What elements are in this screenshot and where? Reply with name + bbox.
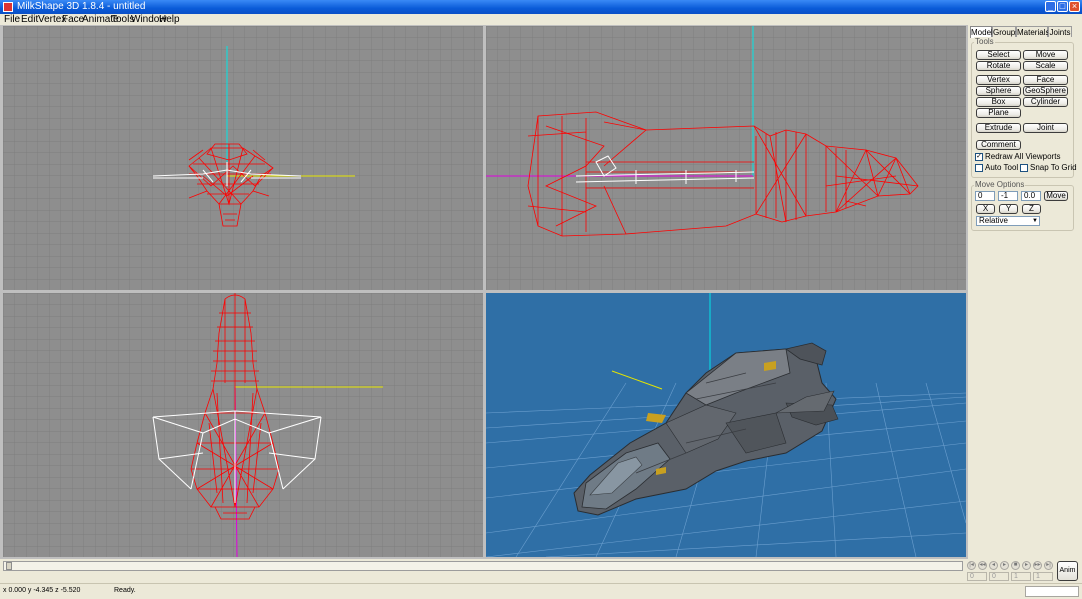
first-frame-icon[interactable]: |◂ xyxy=(967,561,976,570)
tools-group-label: Tools xyxy=(974,37,995,46)
maximize-icon[interactable]: □ xyxy=(1057,1,1068,12)
redraw-all-viewports-label: Redraw All Viewports xyxy=(985,152,1061,161)
chevron-down-icon: ▼ xyxy=(1032,218,1038,224)
face-button[interactable]: Face xyxy=(1023,75,1068,85)
next-keyframe-icon[interactable]: ▸▸ xyxy=(1033,561,1042,570)
last-frame-icon[interactable]: ▸| xyxy=(1044,561,1053,570)
auto-tool-checkbox[interactable] xyxy=(975,164,983,172)
axis-z-button[interactable]: Z xyxy=(1022,204,1041,214)
anim-start-field[interactable]: 0 xyxy=(967,572,987,581)
menu-file[interactable]: File xyxy=(4,14,20,25)
snap-to-grid-label: Snap To Grid xyxy=(1030,163,1077,172)
milkshape-logo-icon xyxy=(3,2,13,12)
move-mode-select[interactable]: Relative ▼ xyxy=(976,216,1040,226)
move-z-input[interactable]: 0.0 xyxy=(1021,191,1041,201)
window-title: MilkShape 3D 1.8.4 - untitled xyxy=(17,1,146,12)
status-field xyxy=(1025,586,1079,597)
select-button[interactable]: Select xyxy=(976,50,1021,60)
move-x-input[interactable]: 0 xyxy=(975,191,995,201)
status-message: Ready. xyxy=(114,587,136,594)
tab-joints[interactable]: Joints xyxy=(1048,26,1072,37)
tab-groups[interactable]: Groups xyxy=(992,26,1019,37)
menu-edit[interactable]: Edit xyxy=(21,14,38,25)
move-y-input[interactable]: -1 xyxy=(998,191,1018,201)
tool-panel: Model Groups Materials Joints Tools Sele… xyxy=(968,25,1082,559)
prev-keyframe-icon[interactable]: ◂◂ xyxy=(978,561,987,570)
cursor-coordinates: x 0.000 y -4.345 z -5.520 xyxy=(3,587,81,594)
anim-end-field[interactable]: 1 xyxy=(1011,572,1031,581)
prev-frame-icon[interactable]: ◂ xyxy=(989,561,998,570)
move-button[interactable]: Move xyxy=(1023,50,1068,60)
play-icon[interactable]: ▸ xyxy=(1000,561,1009,570)
move-apply-button[interactable]: Move xyxy=(1044,191,1068,201)
menu-bar: File Edit Vertex Face Animate Tools Wind… xyxy=(0,14,1082,25)
vertex-button[interactable]: Vertex xyxy=(976,75,1021,85)
comment-button[interactable]: Comment xyxy=(976,140,1021,150)
auto-tool-label: Auto Tool xyxy=(985,163,1019,172)
axis-y-button[interactable]: Y xyxy=(999,204,1018,214)
timeline-slider[interactable] xyxy=(3,561,963,571)
joint-button[interactable]: Joint xyxy=(1023,123,1068,133)
box-button[interactable]: Box xyxy=(976,97,1021,107)
axis-x-button[interactable]: X xyxy=(976,204,995,214)
anim-total-field[interactable]: 1 xyxy=(1033,572,1053,581)
tab-materials[interactable]: Materials xyxy=(1016,26,1049,37)
next-frame-icon[interactable]: ▸ xyxy=(1022,561,1031,570)
title-bar: MilkShape 3D 1.8.4 - untitled _ □ × xyxy=(0,0,1082,14)
redraw-all-viewports-checkbox[interactable]: ✓ xyxy=(975,153,983,161)
viewport-top[interactable] xyxy=(3,293,483,557)
move-options-label: Move Options xyxy=(974,180,1026,189)
viewport-front[interactable] xyxy=(3,26,483,290)
timeline-thumb[interactable] xyxy=(6,562,12,570)
plane-button[interactable]: Plane xyxy=(976,108,1021,118)
close-icon[interactable]: × xyxy=(1069,1,1080,12)
viewport-3d[interactable] xyxy=(486,293,966,557)
stop-icon[interactable]: ■ xyxy=(1011,561,1020,570)
scale-button[interactable]: Scale xyxy=(1023,61,1068,71)
sphere-button[interactable]: Sphere xyxy=(976,86,1021,96)
cylinder-button[interactable]: Cylinder xyxy=(1023,97,1068,107)
geosphere-button[interactable]: GeoSphere xyxy=(1023,86,1068,96)
snap-to-grid-checkbox[interactable] xyxy=(1020,164,1028,172)
viewport-area xyxy=(0,25,968,559)
viewport-side[interactable] xyxy=(486,26,966,290)
status-bar: x 0.000 y -4.345 z -5.520 Ready. xyxy=(0,583,1082,599)
extrude-button[interactable]: Extrude xyxy=(976,123,1021,133)
menu-help[interactable]: Help xyxy=(159,14,180,25)
move-mode-value: Relative xyxy=(979,216,1008,225)
minimize-icon[interactable]: _ xyxy=(1045,1,1056,12)
rotate-button[interactable]: Rotate xyxy=(976,61,1021,71)
anim-current-field[interactable]: 0 xyxy=(989,572,1009,581)
menu-face[interactable]: Face xyxy=(62,14,84,25)
anim-button[interactable]: Anim xyxy=(1057,561,1078,581)
